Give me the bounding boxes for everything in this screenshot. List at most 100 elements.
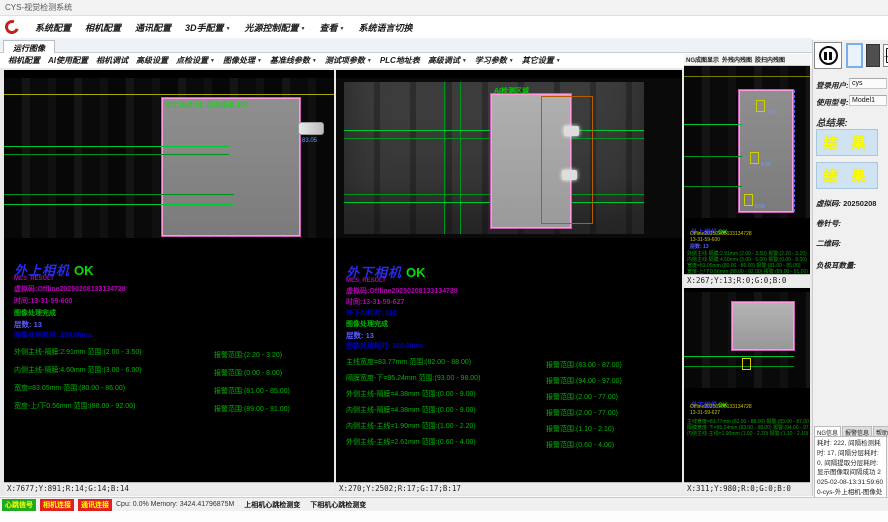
- tab-bar: 运行图像: [0, 38, 812, 53]
- tool-advanced-settings[interactable]: 高级设置: [132, 55, 172, 66]
- measure-text: 外侧主线-主线=2.61mm 范围:(0.60 - 4.00): [346, 437, 546, 447]
- upper-camera-heartbeat-text: 上相机心跳检测变: [244, 500, 300, 510]
- left-pixel-status: X:7677;Y:891;R:14;G:14;B:14: [4, 482, 334, 494]
- lower-camera-heartbeat-text: 下相机心跳检测变: [310, 500, 366, 510]
- alarm-text: 报警范围:(1.10 - 2.10): [546, 424, 614, 434]
- tool-advanced-debug[interactable]: 高级调试▼: [424, 55, 471, 66]
- alarm-text: 报警范围:(2.20 - 3.20): [214, 350, 282, 360]
- pause-button[interactable]: [814, 42, 842, 69]
- overlay-green-vline: [460, 82, 461, 234]
- ng-view-bottom-panel: 外下相机OK Offline20250208133134728 13-31-59…: [684, 288, 810, 494]
- tool-ai-config[interactable]: AI使用配置: [44, 55, 92, 66]
- tab-ng-image[interactable]: NG成图显示: [686, 55, 719, 64]
- middle-pixel-status: X:270;Y:2502;R:17;G:17;B:17: [336, 482, 682, 494]
- tab-outer-residual[interactable]: 外残内残图: [722, 55, 752, 64]
- measure-text: 宽度=83.05mm 范围:(80.00 - 86.00): [14, 383, 214, 393]
- middle-camera-image[interactable]: AI检测区域: [336, 78, 682, 238]
- mes-line: MES_RESULT: [14, 276, 54, 282]
- model-value[interactable]: Model1: [849, 95, 887, 106]
- menu-view[interactable]: 查看▼: [312, 21, 351, 34]
- ng-top-image[interactable]: 2.91 4.60 0.56: [684, 66, 810, 218]
- ai-detect-rect: [541, 96, 593, 224]
- user-mode-button[interactable]: [846, 43, 863, 68]
- tab-glue-residual[interactable]: 胶扫内残图: [755, 55, 785, 64]
- tool-spotcheck-settings[interactable]: 点检设置▼: [172, 55, 219, 66]
- threshold-overlay-text: 固定阈值:93, 动态阈值:100: [163, 99, 299, 111]
- tool-other-label: 其它设置: [522, 56, 554, 65]
- tool-baseline-params[interactable]: 基准线参数▼: [266, 55, 321, 66]
- result-box-lower: 结 果: [816, 162, 878, 189]
- bright-tab-blob: [562, 170, 577, 180]
- tool-plc-table[interactable]: PLC地址表: [376, 55, 424, 66]
- alarm-text: 报警范围:(83.00 - 87.00): [546, 360, 622, 370]
- model-label: 使用型号:: [816, 97, 849, 108]
- menu-view-label: 查看: [319, 23, 337, 33]
- dropdown-arrow-icon: ▼: [340, 26, 345, 32]
- connector-blob: [298, 122, 324, 135]
- menu-comm-config[interactable]: 通讯配置: [128, 21, 178, 34]
- menu-bar: 系统配置 相机配置 通讯配置 3D手配置▼ 光源控制配置▼ 查看▼ 系统语言切换: [0, 16, 888, 38]
- mes-line: MES_RESULT: [346, 278, 386, 284]
- tool-learning-params[interactable]: 学习参数▼: [471, 55, 518, 66]
- measure-row: 内侧主线-隔膜:4.60mm 范围:(3.00 - 6.00)报警范围:(0.0…: [14, 362, 331, 380]
- status-bar: 心跳信号 相机连接 通讯连接 Cpu: 0.0% Memory: 3424.41…: [0, 497, 888, 511]
- heartbeat-badge: 心跳信号: [2, 499, 36, 511]
- tool-baseline-label: 基准线参数: [270, 56, 310, 65]
- ng-view-tabs: NG成图显示 外残内残图 胶扫内残图: [684, 54, 810, 66]
- tool-testitem-params[interactable]: 测试项参数▼: [321, 55, 376, 66]
- measure-row: 外侧主线-主线=2.61mm 范围:(0.60 - 4.00)报警范围:(0.6…: [346, 434, 678, 452]
- camera-connection-badge: 相机连接: [40, 499, 74, 511]
- overlay-blue-dashline: [794, 90, 795, 212]
- menu-3d-config-label: 3D手配置: [185, 23, 224, 33]
- layers-line: 层数: 13: [346, 330, 374, 341]
- pause-icon: [819, 46, 838, 65]
- menu-camera-config[interactable]: 相机配置: [78, 21, 128, 34]
- vcode-value: 20250208: [843, 199, 876, 208]
- tool-image-processing[interactable]: 图像处理▼: [219, 55, 266, 66]
- needle-label: 卷针号:: [816, 218, 841, 229]
- marker-label: 4.60: [761, 162, 771, 168]
- window-title: CYS-视觉检测系统: [5, 3, 72, 12]
- overlay-yellow-line: [4, 94, 334, 95]
- overlay-green-line: [684, 366, 794, 367]
- alarm-text: 报警:(1.10 - 2.10): [770, 431, 809, 437]
- measure-marker-label: 83.05: [302, 138, 317, 144]
- marker-label: 0.56: [755, 204, 765, 210]
- overlay-green-line: [684, 356, 794, 357]
- dropdown-arrow-icon: ▼: [556, 58, 561, 64]
- exit-button[interactable]: →: [883, 44, 888, 67]
- result-box-upper: 结 果: [816, 129, 878, 156]
- overlay-green-line: [4, 194, 234, 195]
- menu-light-config[interactable]: 光源控制配置▼: [238, 21, 313, 34]
- menu-system-config[interactable]: 系统配置: [28, 21, 78, 34]
- alarm-text: 报警范围:(94.00 - 97.00): [546, 376, 622, 386]
- cpu-memory-text: Cpu: 0.0% Memory: 3424.41796875M: [116, 501, 234, 508]
- app-logo-icon: [3, 18, 22, 37]
- virtual-code-line: 虚拟码:Offline20250208133134728: [14, 284, 126, 294]
- menu-3d-config[interactable]: 3D手配置▼: [178, 21, 237, 34]
- menu-language-switch[interactable]: 系统语言切换: [351, 21, 419, 34]
- tool-camera-config[interactable]: 相机配置: [4, 55, 44, 66]
- login-user-label: 登录用户:: [816, 80, 849, 91]
- ng-top-pixel-status: X:267;Y:13;R:0;G:0;B:0: [684, 274, 810, 286]
- tool-camera-debug[interactable]: 相机调试: [92, 55, 132, 66]
- ng-bottom-image[interactable]: [684, 292, 810, 388]
- tool-other-settings[interactable]: 其它设置▼: [518, 55, 565, 66]
- overlay-green-line: [684, 124, 742, 125]
- tool-testitem-label: 测试项参数: [325, 56, 365, 65]
- ok-badge: OK: [74, 263, 94, 278]
- time-line: 时间:13-31-59-627: [346, 297, 404, 307]
- done-line: 图像处理完成: [346, 319, 388, 329]
- operator-mode-button[interactable]: [866, 44, 880, 67]
- measure-text: 内侧主线-主线=1.90mm (1.00 - 2.20): [687, 431, 768, 437]
- left-camera-image[interactable]: 固定阈值:93, 动态阈值:100 83.05: [4, 78, 334, 238]
- ok-badge: OK: [406, 265, 426, 280]
- measure-row: 宽度-上/下0.56mm 范围:(88.00 - 92.00)报警范围:(89.…: [14, 398, 331, 416]
- measure-text: 主线宽度=83.77mm 范围:(82.00 - 88.00): [346, 357, 546, 367]
- defect-marker-box: [756, 100, 765, 112]
- window-title-bar: CYS-视觉检测系统: [0, 0, 888, 16]
- defect-marker-box: [750, 152, 759, 164]
- login-user-value[interactable]: cys: [849, 78, 887, 89]
- ai-elapsed-line: 外下AI耗时: 166: [346, 308, 397, 318]
- alarm-text: 报警范围:(81.00 - 85.00): [214, 386, 290, 396]
